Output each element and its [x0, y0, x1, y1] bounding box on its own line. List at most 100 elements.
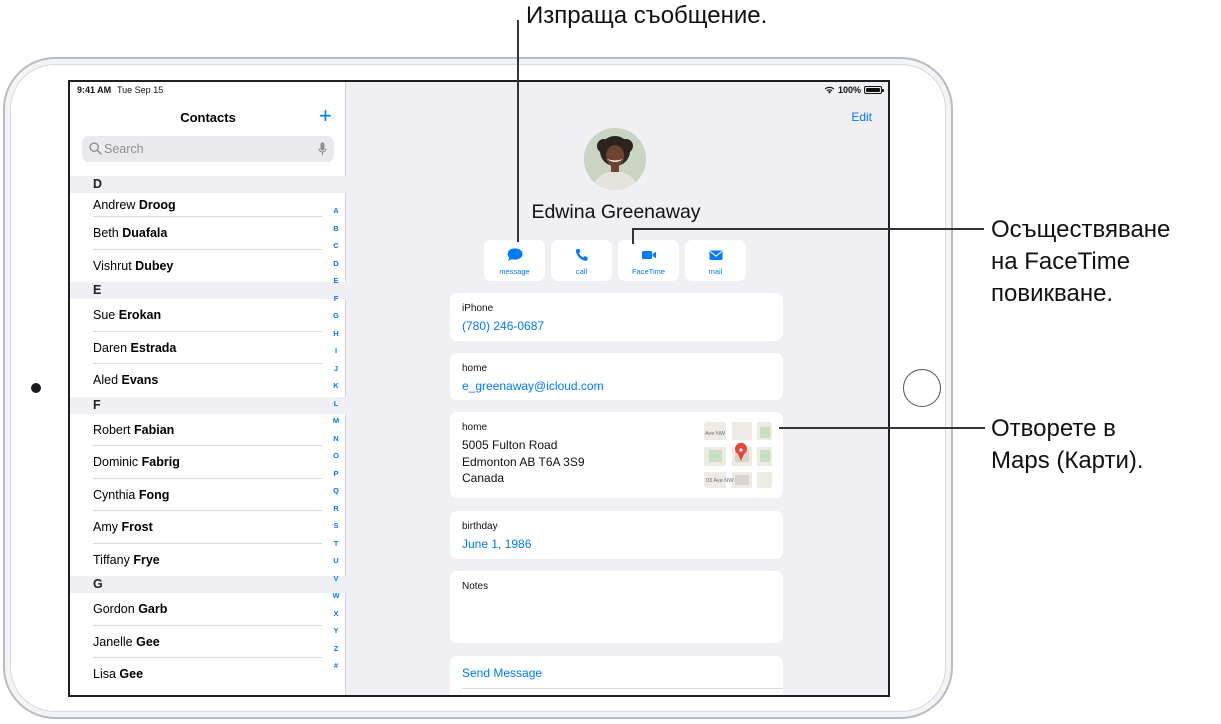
index-letter[interactable]: F: [329, 290, 343, 308]
index-letter[interactable]: U: [329, 552, 343, 570]
contact-first-name: Andrew: [93, 198, 136, 212]
message-button-label: message: [499, 267, 530, 276]
contact-name: Edwina Greenaway: [531, 201, 701, 223]
contact-row[interactable]: Beth Duafala: [70, 217, 346, 250]
front-camera: [31, 383, 41, 393]
address-lines: 5005 Fulton Road Edmonton AB T6A 3S9 Can…: [462, 437, 585, 487]
microphone-icon[interactable]: [318, 142, 327, 156]
index-letter[interactable]: M: [329, 412, 343, 430]
contact-row[interactable]: Andrew Droog: [70, 193, 346, 217]
phone-card: iPhone (780) 246-0687: [450, 293, 783, 341]
birthday-label: birthday: [462, 521, 498, 532]
birthday-card: birthday June 1, 1986: [450, 511, 783, 559]
contact-row[interactable]: Dominic Fabrig: [70, 446, 346, 479]
index-letter[interactable]: Q: [329, 482, 343, 500]
notes-card[interactable]: Notes: [450, 571, 783, 643]
contact-row[interactable]: Amy Frost: [70, 511, 346, 544]
index-letter[interactable]: A: [329, 202, 343, 220]
status-bar: 9:41 AM Tue Sep 15 100%: [70, 82, 888, 100]
status-date: Tue Sep 15: [117, 85, 164, 95]
callout-facetime-line-1: Осъществяване: [991, 216, 1171, 243]
index-letter[interactable]: W: [329, 587, 343, 605]
edit-button[interactable]: Edit: [851, 110, 872, 124]
callout-facetime-line-3: повикване.: [991, 280, 1114, 307]
contact-row[interactable]: Janelle Gee: [70, 626, 346, 659]
call-button[interactable]: call: [551, 240, 612, 281]
contact-last-name: Estrada: [130, 340, 177, 355]
callout-message: Изпраща съобщение.: [526, 2, 768, 29]
status-time: 9:41 AM: [77, 85, 112, 95]
contact-last-name: Frye: [133, 552, 160, 567]
index-letter[interactable]: S: [329, 517, 343, 535]
callout-maps-line-2: Maps (Карти).: [991, 447, 1144, 474]
home-button[interactable]: [903, 369, 941, 407]
contact-row[interactable]: Lisa Gee: [70, 658, 346, 691]
mail-button[interactable]: mail: [685, 240, 746, 281]
index-letter[interactable]: B: [329, 220, 343, 238]
contact-last-name: Fabrig: [141, 455, 180, 469]
contact-row[interactable]: Aled Evans: [70, 364, 346, 397]
card-divider: [462, 688, 783, 689]
index-letter[interactable]: O: [329, 447, 343, 465]
callout-facetime-line-2: на FaceTime: [991, 248, 1131, 275]
index-letter[interactable]: C: [329, 237, 343, 255]
quick-actions: message call FaceTime mail: [484, 240, 746, 281]
birthday-value[interactable]: June 1, 1986: [462, 537, 531, 551]
facetime-button-label: FaceTime: [631, 267, 666, 276]
section-header-e: E: [70, 282, 346, 299]
index-letter[interactable]: I: [329, 342, 343, 360]
contact-first-name: Gordon: [93, 602, 135, 616]
index-letter[interactable]: R: [329, 500, 343, 518]
video-icon: [641, 251, 656, 259]
map-street-label-top: Ave NW: [705, 431, 726, 437]
contact-last-name: Evans: [121, 373, 159, 387]
contact-first-name: Sue: [93, 308, 116, 322]
contacts-sidebar: Contacts + D Andrew Droog Beth Duafala V…: [70, 82, 346, 695]
phone-number[interactable]: (780) 246-0687: [462, 319, 544, 333]
index-letter[interactable]: E: [329, 272, 343, 290]
wifi-icon: [824, 86, 835, 94]
address-card[interactable]: home 5005 Fulton Road Edmonton AB T6A 3S…: [450, 412, 783, 498]
call-button-label: call: [575, 267, 588, 276]
index-letter[interactable]: #: [329, 657, 343, 675]
index-letter[interactable]: V: [329, 570, 343, 588]
contact-row[interactable]: Daren Estrada: [70, 332, 346, 365]
alphabet-index[interactable]: A B C D E F G H I J K L M N O P Q R S T …: [329, 202, 343, 675]
map-street-label-bottom: 03 Ave NW: [706, 478, 734, 484]
index-letter[interactable]: T: [329, 535, 343, 553]
send-message-button[interactable]: Send Message: [462, 666, 542, 680]
callout-line-message: [517, 20, 519, 242]
facetime-button[interactable]: FaceTime: [618, 240, 679, 281]
index-letter[interactable]: H: [329, 325, 343, 343]
add-contact-button[interactable]: +: [319, 105, 332, 127]
contact-row[interactable]: Vishrut Dubey: [70, 250, 346, 283]
index-letter[interactable]: P: [329, 465, 343, 483]
email-address[interactable]: e_greenaway@icloud.com: [462, 379, 604, 393]
message-button[interactable]: message: [484, 240, 545, 281]
contact-row[interactable]: Tiffany Frye: [70, 544, 346, 577]
section-header-f: F: [70, 396, 346, 414]
contact-avatar: [584, 128, 646, 190]
contact-row[interactable]: Sue Erokan: [70, 299, 346, 332]
contact-row[interactable]: Gordon Garb: [70, 593, 346, 626]
contact-first-name: Lisa: [93, 667, 116, 681]
contact-first-name: Vishrut: [93, 258, 132, 273]
callout-maps: Отворете в Maps (Карти).: [991, 413, 1144, 477]
index-letter[interactable]: X: [329, 605, 343, 623]
search-input[interactable]: [104, 136, 304, 162]
index-letter[interactable]: G: [329, 307, 343, 325]
index-letter[interactable]: Z: [329, 640, 343, 658]
index-letter[interactable]: Y: [329, 622, 343, 640]
index-letter[interactable]: D: [329, 255, 343, 273]
battery-percent: 100%: [837, 85, 861, 95]
index-letter[interactable]: J: [329, 360, 343, 378]
index-letter[interactable]: K: [329, 377, 343, 395]
notes-label: Notes: [462, 581, 489, 592]
index-letter[interactable]: N: [329, 430, 343, 448]
map-thumbnail[interactable]: Ave NW 03 Ave NW: [704, 422, 772, 488]
index-letter[interactable]: L: [329, 395, 343, 413]
contact-row[interactable]: Robert Fabian: [70, 414, 346, 447]
search-bar[interactable]: [82, 136, 334, 162]
contact-row[interactable]: Cynthia Fong: [70, 479, 346, 512]
battery-icon: [864, 86, 884, 94]
